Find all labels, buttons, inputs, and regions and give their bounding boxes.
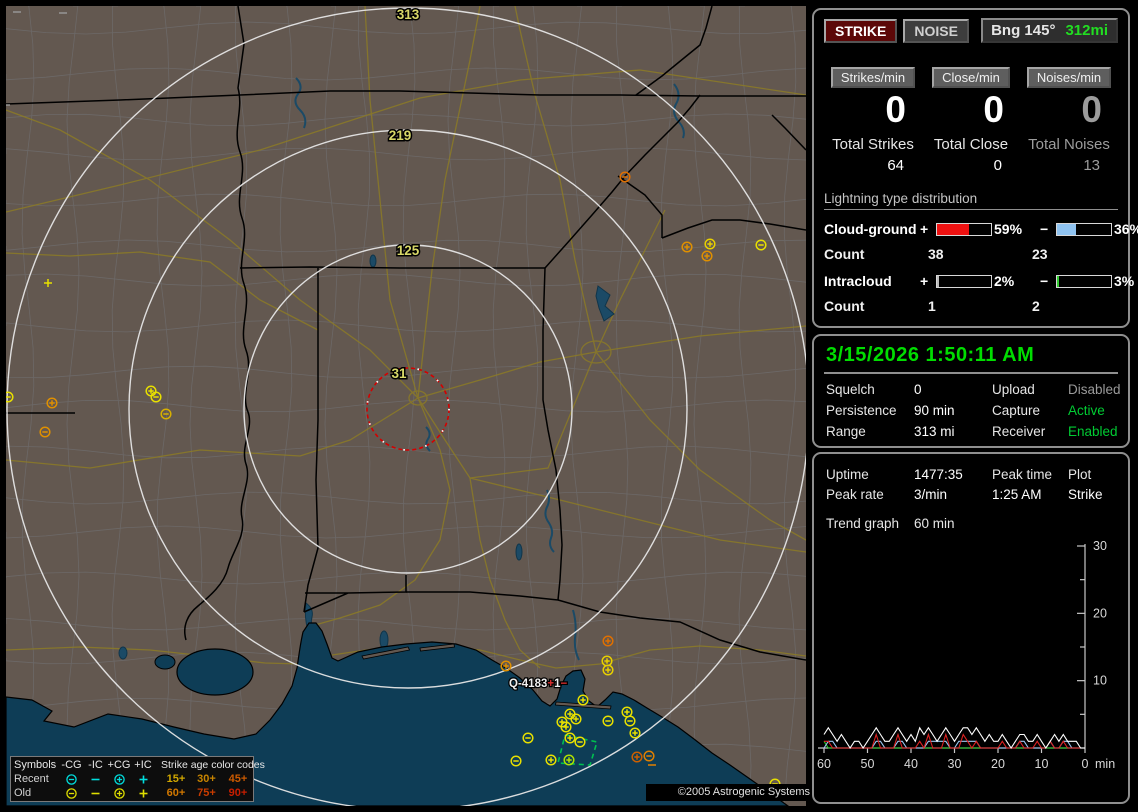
status-panel: 3/15/2026 1:50:11 AM Squelch 0 Upload Di… <box>812 334 1130 448</box>
total-noises-label: Total Noises <box>1028 136 1110 153</box>
strike-toggle-button[interactable]: STRIKE <box>824 18 898 43</box>
ic-neg-symbol-icon <box>84 787 107 800</box>
receiver-status: Enabled <box>1068 424 1118 439</box>
trend-x-tick-label: 20 <box>991 757 1005 771</box>
distribution-title: Lightning type distribution <box>824 191 1118 210</box>
cg-neg-symbol-icon <box>59 787 84 800</box>
trend-x-tick-label: 30 <box>948 757 962 771</box>
cg-pos-symbol-icon <box>107 773 131 786</box>
cloud-ground-row: Cloud-ground + 59% − 36% <box>824 221 1138 237</box>
age-code-30: 30+ <box>197 773 216 785</box>
trend-window-value: 60 min <box>914 516 955 531</box>
trend-x-unit-label: min <box>1095 757 1115 771</box>
trend-x-tick-label: 40 <box>904 757 918 771</box>
trend-x-tick-label: 10 <box>1035 757 1049 771</box>
cg-positive-bar <box>936 222 992 236</box>
legend-header-symbols: Symbols <box>14 759 57 771</box>
uptime-row: Uptime 1477:35 Peak time Plot <box>824 467 1118 482</box>
ic-neg-symbol-icon <box>84 773 107 786</box>
ic-negative-pct: 3% <box>1114 273 1135 289</box>
legend-header-cg-pos: +CG <box>107 759 131 771</box>
peak-rate-value: 3/min <box>914 487 948 502</box>
ic-negative-count: 2 <box>1032 298 1040 314</box>
statistics-panel: STRIKE NOISE Bng 145° 312mi Strikes/min C… <box>812 8 1138 328</box>
trend-x-tick-label: 60 <box>817 757 831 771</box>
strikes-per-min-value: 0 <box>885 89 906 130</box>
cg-neg-symbol-icon <box>59 773 84 786</box>
range-ring-label: 313 <box>397 7 420 22</box>
legend-header-cg-neg: -CG <box>61 759 82 771</box>
peak-time-value: 1:25 AM <box>992 487 1042 502</box>
total-noises-value: 13 <box>1083 157 1100 174</box>
intracloud-count-row: Count 1 2 <box>824 298 1118 314</box>
status-row: Squelch 0 Upload Disabled <box>826 382 1121 397</box>
trend-series-total-strikes/min <box>823 726 1085 750</box>
datetime-display: 3/15/2026 1:50:11 AM <box>824 342 1118 374</box>
ic-positive-bar <box>936 274 992 288</box>
noises-per-min-label[interactable]: Noises/min <box>1026 67 1112 88</box>
bearing-range-value: 312mi <box>1065 22 1108 39</box>
upload-status: Disabled <box>1068 382 1121 397</box>
age-code-15: 15+ <box>166 773 186 785</box>
map-symbol-legend: Symbols -CG -IC +CG +IC Strike age color… <box>10 756 265 802</box>
cg-pos-symbol-icon <box>107 787 131 800</box>
total-close-value: 0 <box>993 157 1002 174</box>
cg-negative-bar <box>1056 222 1112 236</box>
total-strikes-label: Total Strikes <box>832 136 914 153</box>
noise-toggle-button[interactable]: NOISE <box>903 18 969 43</box>
age-code-45: 45+ <box>228 773 248 785</box>
status-row: Persistence 90 min Capture Active <box>824 403 1118 418</box>
legend-age-title: Strike age color codes <box>161 759 265 771</box>
range-ring-label: 219 <box>389 128 412 143</box>
ic-pos-symbol-icon <box>131 773 155 786</box>
legend-row-old: Old 60+ 75+ 90+ <box>14 786 253 800</box>
total-strikes-value: 64 <box>887 157 904 174</box>
total-close-label: Total Close <box>933 136 1009 153</box>
close-per-min-label[interactable]: Close/min <box>932 67 1010 88</box>
trend-y-tick-label: 30 <box>1093 539 1107 553</box>
legend-row-recent: Recent 15+ 30+ 45+ <box>14 772 253 786</box>
range-ring-label: 31 <box>391 366 407 381</box>
cloud-ground-count-row: Count 38 23 <box>824 246 1118 262</box>
plot-mode-value: Strike <box>1068 487 1103 502</box>
trend-y-tick-label: 10 <box>1093 674 1107 688</box>
persistence-value: 90 min <box>914 403 955 418</box>
age-code-90: 90+ <box>228 787 248 799</box>
cg-negative-count: 23 <box>1032 246 1048 262</box>
ic-negative-bar <box>1056 274 1112 288</box>
status-row: Range 313 mi Receiver Enabled <box>826 424 1118 439</box>
ic-positive-pct: 2% <box>994 273 1015 289</box>
trend-x-tick-label: 50 <box>861 757 875 771</box>
legend-header-ic-pos: +IC <box>134 759 152 771</box>
plot-header: Plot <box>1068 467 1092 482</box>
copyright-label: ©2005 Astrogenic Systems <box>646 784 812 801</box>
ic-positive-count: 1 <box>928 298 936 314</box>
capture-status: Active <box>1068 403 1105 418</box>
legend-header-ic-neg: -IC <box>88 759 103 771</box>
close-per-min-value: 0 <box>983 89 1004 130</box>
cg-positive-count: 38 <box>928 246 944 262</box>
trend-graph: 10 20 30 60 50 40 30 20 10 0 min <box>817 539 1115 771</box>
storm-cell-label: Q-4183+1− <box>509 678 567 690</box>
age-code-60: 60+ <box>166 787 186 799</box>
squelch-value: 0 <box>914 382 922 397</box>
trend-graph-row: Trend graph 60 min <box>824 516 1118 531</box>
trend-x-tick-label: 0 <box>1082 757 1089 771</box>
noises-per-min-value: 0 <box>1081 89 1102 130</box>
lightning-map[interactable]: 313 219 125 31 Q-4183+1− <box>6 6 806 806</box>
trend-y-tick-label: 20 <box>1093 606 1107 620</box>
trend-panel: Uptime 1477:35 Peak time Plot Peak rate … <box>812 452 1130 804</box>
intracloud-row: Intracloud + 2% − 3% <box>824 273 1135 289</box>
uptime-value: 1477:35 <box>914 467 963 482</box>
peak-rate-row: Peak rate 3/min 1:25 AM Strike <box>824 487 1118 502</box>
strikes-per-min-label[interactable]: Strikes/min <box>830 67 916 88</box>
cg-positive-pct: 59% <box>994 221 1023 237</box>
bearing-readout: Bng 145° 312mi <box>981 18 1118 43</box>
cg-negative-pct: 36% <box>1114 221 1138 237</box>
range-value: 313 mi <box>914 424 955 439</box>
age-code-75: 75+ <box>197 787 216 799</box>
ic-pos-symbol-icon <box>131 787 155 800</box>
range-ring-label: 125 <box>397 243 420 258</box>
nexstorm-app-window: 313 219 125 31 Q-4183+1− Symbols -CG -IC +CG… <box>0 0 1138 812</box>
